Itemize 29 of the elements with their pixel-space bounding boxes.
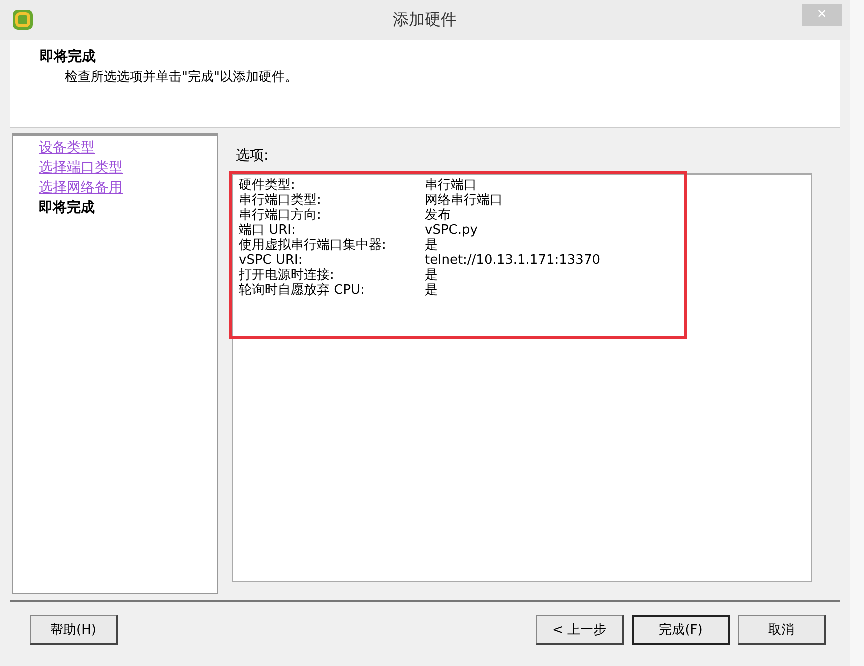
cancel-button[interactable]: 取消 [738, 615, 826, 645]
option-value: 发布 [425, 208, 451, 223]
option-value: 是 [425, 268, 438, 283]
step-link[interactable]: 选择网络备用 [39, 178, 217, 198]
header-title: 即将完成 [40, 48, 97, 66]
finish-button[interactable]: 完成(F) [632, 615, 730, 645]
option-name: 打开电源时连接: [239, 268, 336, 283]
option-name: 轮询时自愿放弃 CPU: [239, 283, 366, 298]
option-value: telnet://10.13.1.171:13370 [425, 253, 600, 268]
option-name: 端口 URI: [239, 223, 297, 238]
option-name: 使用虚拟串行端口集中器: [239, 238, 388, 253]
window-title: 添加硬件 [393, 10, 457, 30]
step-link[interactable]: 选择端口类型 [39, 158, 217, 178]
option-value: 串行端口 [425, 178, 477, 193]
app-logo-icon [12, 9, 34, 31]
current-step[interactable]: 即将完成 [39, 198, 217, 218]
help-button[interactable]: 帮助(H) [30, 615, 118, 645]
step-link[interactable]: 设备类型 [39, 138, 217, 158]
option-value: vSPC.py [425, 223, 478, 238]
option-value: 网络串行端口 [425, 193, 503, 208]
options-label: 选项: [236, 147, 270, 166]
header-subtitle: 检查所选选项并单击"完成"以添加硬件。 [64, 69, 299, 86]
back-button[interactable]: < 上一步 [536, 615, 624, 645]
option-name: 串行端口类型: [239, 193, 322, 208]
option-value: 是 [425, 238, 438, 253]
option-name: 串行端口方向: [239, 208, 322, 223]
option-name: 硬件类型: [239, 178, 296, 193]
option-value: 是 [425, 283, 438, 298]
option-name: vSPC URI: [239, 253, 304, 268]
